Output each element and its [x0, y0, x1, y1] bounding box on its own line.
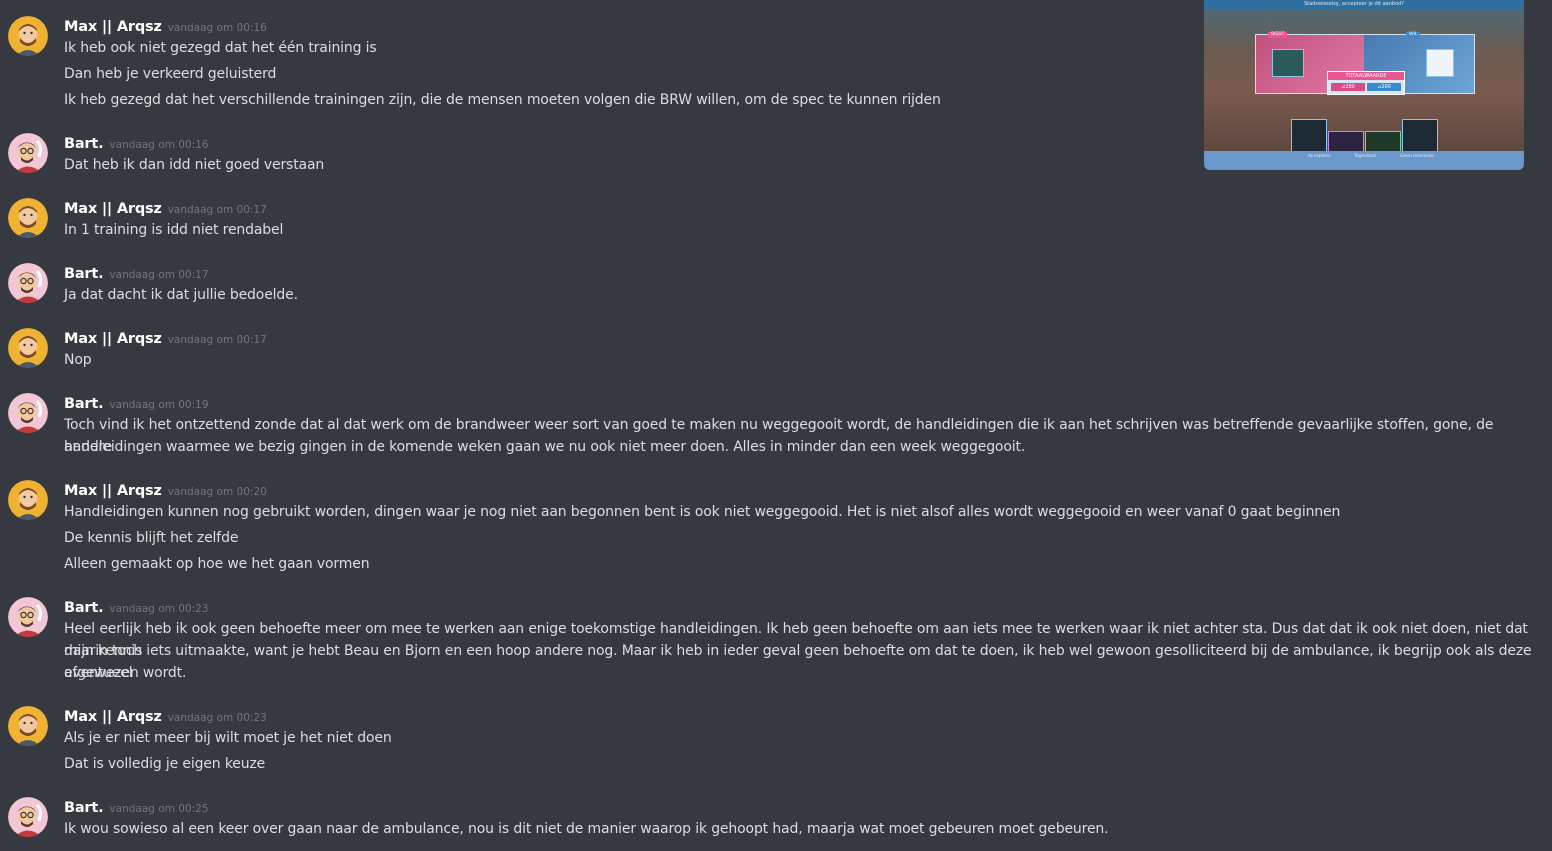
- timestamp: vandaag om 00:23: [167, 712, 267, 724]
- username[interactable]: Bart.: [64, 600, 104, 616]
- message-text: Handleidingen kunnen nog gebruikt worden…: [64, 504, 1341, 520]
- bart-avatar-icon: [8, 797, 48, 837]
- username[interactable]: Max || Arqsz: [64, 201, 162, 217]
- message-text: In 1 training is idd niet rendabel: [64, 222, 284, 238]
- avatar[interactable]: [8, 133, 48, 173]
- timestamp: vandaag om 00:19: [109, 399, 209, 411]
- timestamp: vandaag om 00:23: [109, 603, 209, 615]
- embed-top-bar-text: Stadswisselsy, accepteer je dit aanbod?: [1304, 1, 1404, 7]
- embedded-image[interactable]: Stadswisselsy, accepteer je dit aanbod? …: [1204, 0, 1524, 170]
- max-avatar-icon: [8, 198, 48, 238]
- message-text: De kennis blijft het zelfde: [64, 530, 239, 546]
- username[interactable]: Bart.: [64, 800, 104, 816]
- avatar[interactable]: [8, 797, 48, 837]
- avatar[interactable]: [8, 706, 48, 746]
- username[interactable]: Bart.: [64, 266, 104, 282]
- bart-avatar-icon: [8, 133, 48, 173]
- username[interactable]: Max || Arqsz: [64, 331, 162, 347]
- bart-avatar-icon: [8, 393, 48, 433]
- bart-avatar-icon: [8, 263, 48, 303]
- timestamp: vandaag om 00:16: [109, 139, 209, 151]
- avatar[interactable]: [8, 328, 48, 368]
- timestamp: vandaag om 00:25: [109, 803, 209, 815]
- message-text: Dat heb ik dan idd niet goed verstaan: [64, 157, 325, 173]
- message-text: afgewezen wordt.: [64, 665, 187, 681]
- message-text: handleidingen waarmee we bezig gingen in…: [64, 439, 1026, 455]
- username[interactable]: Max || Arqsz: [64, 19, 162, 35]
- avatar[interactable]: [8, 480, 48, 520]
- max-avatar-icon: [8, 706, 48, 746]
- hand-card: [1328, 131, 1364, 153]
- username[interactable]: Bart.: [64, 136, 104, 152]
- message-text: Als je er niet meer bij wilt moet je het…: [64, 730, 392, 746]
- message-text: Alleen gemaakt op hoe we het gaan vormen: [64, 556, 370, 572]
- message-text: Dan heb je verkeerd geluisterd: [64, 66, 277, 82]
- message-text: Dat is volledig je eigen keuze: [64, 756, 266, 772]
- timestamp: vandaag om 00:17: [167, 334, 267, 346]
- hand-card: [1402, 119, 1438, 153]
- timestamp: vandaag om 00:16: [167, 22, 267, 34]
- message-text: Ik wou sowieso al een keer over gaan naa…: [64, 821, 1109, 837]
- bart-avatar-icon: [8, 597, 48, 637]
- embed-top-bar: Stadswisselsy, accepteer je dit aanbod?: [1204, 0, 1524, 9]
- max-avatar-icon: [8, 480, 48, 520]
- max-avatar-icon: [8, 16, 48, 56]
- avatar[interactable]: [8, 393, 48, 433]
- timestamp: vandaag om 00:20: [167, 486, 267, 498]
- message-text: Ik heb gezegd dat het verschillende trai…: [64, 92, 941, 108]
- avatar[interactable]: [8, 16, 48, 56]
- avatar[interactable]: [8, 198, 48, 238]
- timestamp: vandaag om 00:17: [167, 204, 267, 216]
- chat-message-list: Stadswisselsy, accepteer je dit aanbod? …: [0, 0, 1552, 851]
- message-text: Ik heb ook niet gezegd dat het één train…: [64, 40, 377, 56]
- timestamp: vandaag om 00:17: [109, 269, 209, 281]
- avatar[interactable]: [8, 263, 48, 303]
- username[interactable]: Bart.: [64, 396, 104, 412]
- hand-card: [1365, 131, 1401, 153]
- message-text: Ja dat dacht ik dat jullie bedoelde.: [64, 287, 298, 303]
- username[interactable]: Max || Arqsz: [64, 483, 162, 499]
- message-text: Nop: [64, 352, 92, 368]
- username[interactable]: Max || Arqsz: [64, 709, 162, 725]
- avatar[interactable]: [8, 597, 48, 637]
- hand-card: [1291, 119, 1327, 153]
- max-avatar-icon: [8, 328, 48, 368]
